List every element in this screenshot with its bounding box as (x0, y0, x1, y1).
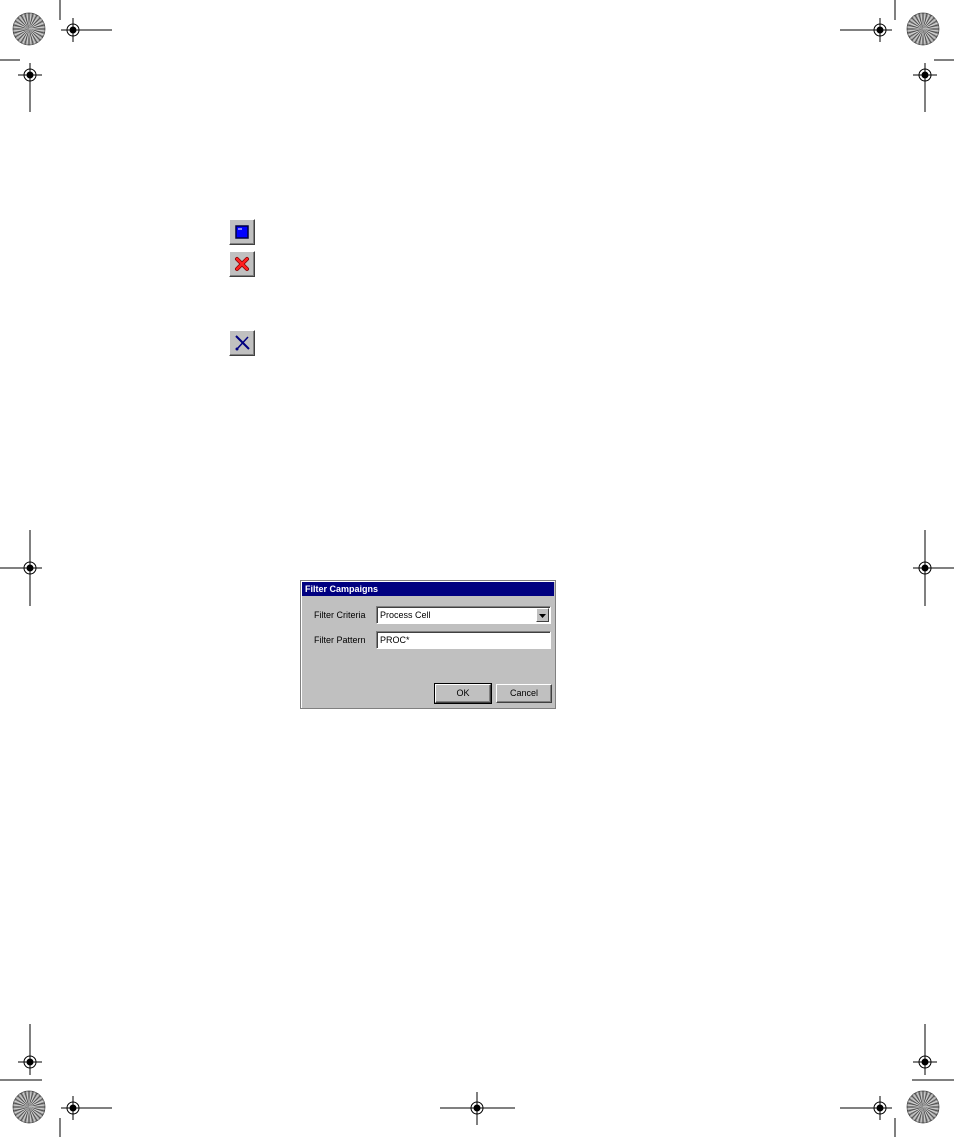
crop-marks (0, 0, 954, 1137)
abort-icon (234, 256, 250, 272)
clear-icon (233, 334, 251, 352)
stop-button[interactable] (229, 219, 255, 245)
filter-campaigns-dialog: Filter Campaigns Filter Criteria Process… (300, 580, 556, 709)
filter-criteria-label: Filter Criteria (314, 610, 366, 620)
abort-button[interactable] (229, 251, 255, 277)
filter-criteria-value: Process Cell (380, 610, 431, 620)
dropdown-button[interactable] (536, 608, 549, 622)
ok-button[interactable]: OK (434, 683, 492, 704)
clear-button[interactable] (229, 330, 255, 356)
dialog-title: Filter Campaigns (302, 582, 554, 596)
filter-pattern-label: Filter Pattern (314, 635, 366, 645)
filter-pattern-value: PROC* (380, 635, 410, 645)
stop-icon (235, 225, 249, 239)
chevron-down-icon (539, 607, 546, 623)
filter-criteria-select[interactable]: Process Cell (376, 606, 551, 624)
filter-pattern-input[interactable]: PROC* (376, 631, 551, 649)
cancel-button[interactable]: Cancel (496, 684, 552, 703)
